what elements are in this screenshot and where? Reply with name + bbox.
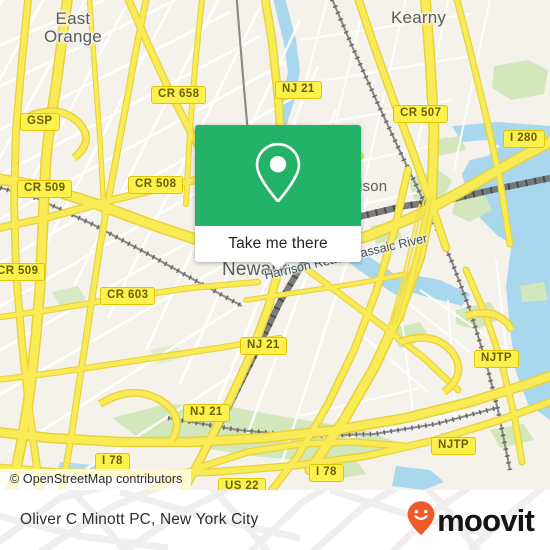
moovit-wordmark: moovit bbox=[437, 502, 535, 538]
shield-cr-507: CR 507 bbox=[393, 105, 449, 123]
bottom-bar: Oliver C Minott PC, New York City moovit bbox=[0, 490, 550, 550]
osm-attribution[interactable]: © OpenStreetMap contributors bbox=[0, 469, 191, 490]
shield-cr-508: CR 508 bbox=[128, 176, 184, 194]
shield-nj-21-b: NJ 21 bbox=[240, 337, 287, 355]
page-title: Oliver C Minott PC, New York City bbox=[20, 511, 259, 528]
take-me-there-button[interactable]: Take me there bbox=[195, 226, 361, 262]
shield-gsp: GSP bbox=[20, 113, 60, 131]
shield-njtp-a: NJTP bbox=[474, 350, 519, 368]
moovit-brand[interactable]: moovit bbox=[406, 500, 535, 541]
take-me-there-label: Take me there bbox=[228, 235, 328, 252]
shield-us-22: US 22 bbox=[218, 478, 266, 490]
shield-i-280: I 280 bbox=[503, 130, 545, 148]
shield-nj-21-c: NJ 21 bbox=[183, 404, 230, 422]
location-callout-card[interactable]: Take me there bbox=[195, 125, 361, 270]
shield-njtp-b: NJTP bbox=[431, 437, 476, 455]
shield-cr-509-b: CR 509 bbox=[0, 263, 46, 281]
map-page: East Orange Kearny Harrison Newark Harri… bbox=[0, 0, 550, 550]
callout-hero bbox=[195, 125, 361, 226]
shield-cr-603: CR 603 bbox=[100, 287, 156, 305]
map-canvas[interactable]: East Orange Kearny Harrison Newark Harri… bbox=[0, 0, 550, 490]
moovit-smiling-pin-icon bbox=[406, 500, 436, 541]
callout-tail bbox=[269, 261, 287, 270]
shield-cr-658: CR 658 bbox=[151, 86, 207, 104]
shield-i-78-b: I 78 bbox=[309, 464, 344, 482]
shield-cr-509-a: CR 509 bbox=[17, 180, 73, 198]
shield-nj-21-a: NJ 21 bbox=[275, 81, 322, 99]
map-pin-icon bbox=[253, 141, 303, 208]
